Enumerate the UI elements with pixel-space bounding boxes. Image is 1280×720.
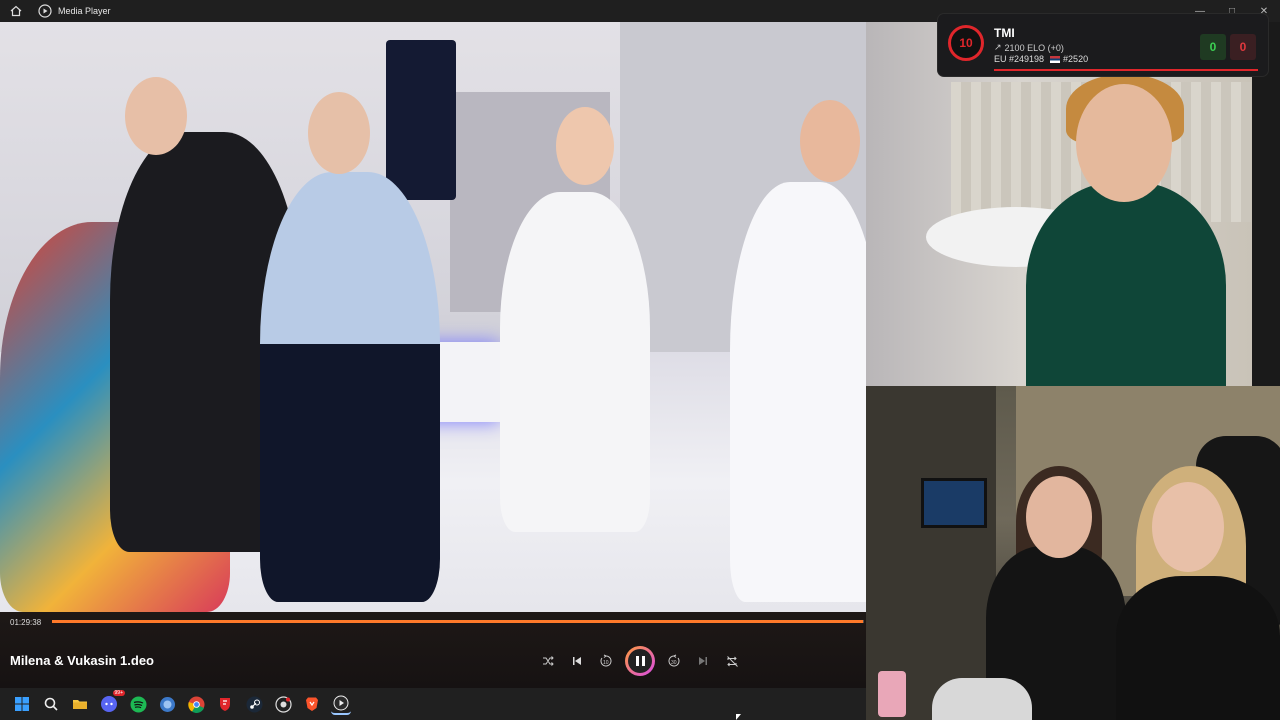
video-frame[interactable] [0,22,866,612]
streamer-webcam [866,386,1280,720]
svg-text:30: 30 [671,660,677,666]
file-explorer-icon[interactable] [70,694,90,714]
shuffle-icon[interactable] [538,651,558,671]
discord-badge: 99+ [112,690,125,696]
github-icon[interactable] [273,694,293,714]
ffz-icon[interactable] [157,694,177,714]
svg-text:10: 10 [603,660,609,666]
windows-start-icon[interactable] [12,694,32,714]
seek-bar-fill [52,620,864,623]
steam-icon[interactable] [244,694,264,714]
dancer-blue-shirt [260,172,440,602]
window-title: Media Player [58,6,111,16]
region-rank: EU #249198 [994,54,1045,64]
next-icon[interactable] [693,651,713,671]
pause-icon [635,656,645,666]
search-icon[interactable] [41,694,61,714]
current-time: 01:29:38 [10,618,42,627]
media-player-icon[interactable] [331,693,351,715]
repeat-off-icon[interactable] [722,651,742,671]
speaker-image [386,40,456,200]
home-icon[interactable] [8,3,24,19]
player-controls-bar: 01:29:38 Milena & Vukasin 1.deo 10 30 [0,612,866,688]
seek-bar[interactable] [52,620,864,623]
discord-icon[interactable]: 99+ [99,690,125,714]
media-player-app-icon [38,4,52,18]
serbia-flag-icon [1050,55,1061,63]
faceit-icon[interactable] [215,694,235,714]
chrome-icon[interactable] [186,694,206,714]
brave-icon[interactable] [302,694,322,714]
previous-icon[interactable] [567,651,587,671]
player-name: TMI [994,26,1015,40]
rewind-10-icon[interactable]: 10 [596,651,616,671]
forward-30-icon[interactable]: 30 [664,651,684,671]
pause-button[interactable] [625,646,655,676]
dancer-white-dress [500,192,650,532]
wins-count: 0 [1200,34,1226,60]
level-badge: 10 [948,25,984,61]
elo-overlay: 10 TMI ↗ 2100 ELO (+0) EU #249198 #2520 … [938,14,1268,76]
losses-count: 0 [1230,34,1256,60]
video-frame-right [866,22,1252,386]
elo-text: 2100 ELO (+0) [1004,42,1064,53]
trend-icon: ↗ [994,42,1002,52]
country-rank: #2520 [1063,54,1089,64]
dancer-white-jumpsuit [730,182,866,602]
mouse-cursor [736,714,741,720]
file-name: Milena & Vukasin 1.deo [10,653,155,668]
spotify-icon[interactable] [128,694,148,714]
